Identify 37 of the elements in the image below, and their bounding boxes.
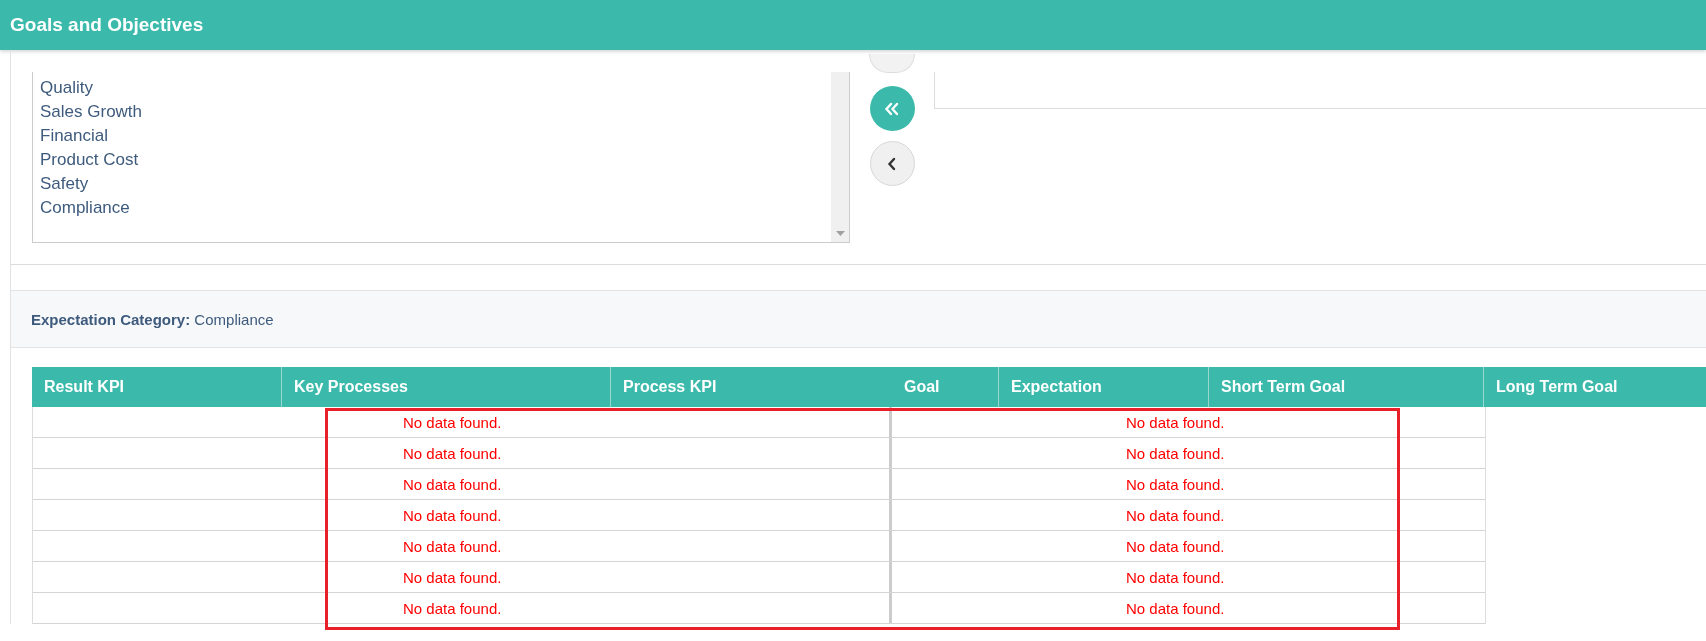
category-list[interactable]: Quality Sales Growth Financial Product Cost Safety Compliance	[32, 72, 850, 243]
column-header: Long Term Goal	[1495, 377, 1619, 397]
empty-message: No data found.	[1125, 598, 1226, 619]
column-header: Expectation	[999, 367, 1209, 407]
scrollbar[interactable]	[831, 72, 849, 242]
scroll-down-icon[interactable]	[835, 231, 845, 236]
expectation-category: Expectation Category: Compliance	[31, 310, 274, 328]
column-header: Process KPI	[622, 377, 718, 397]
empty-message: No data found.	[1125, 443, 1226, 464]
column-header: Result KPI	[32, 367, 282, 407]
list-item[interactable]: Compliance	[40, 196, 824, 220]
empty-message: No data found.	[1125, 505, 1226, 526]
round-button[interactable]	[869, 54, 915, 73]
empty-message: No data found.	[326, 438, 892, 468]
empty-message: No data found.	[1125, 412, 1226, 433]
empty-message: No data found.	[326, 407, 892, 437]
column-header: Key Processes	[282, 367, 611, 407]
page-title: Goals and Objectives	[10, 14, 204, 36]
list-item[interactable]: Quality	[40, 76, 824, 100]
empty-message: No data found.	[1125, 567, 1226, 588]
double-chevron-left-icon	[884, 101, 900, 116]
empty-message: No data found.	[326, 562, 892, 592]
column-header: Goal	[890, 367, 999, 407]
empty-message: No data found.	[326, 593, 892, 623]
move-all-left-button[interactable]	[869, 86, 915, 131]
empty-message: No data found.	[1125, 474, 1226, 495]
empty-message: No data found.	[326, 531, 892, 561]
empty-message: No data found.	[326, 469, 892, 499]
list-item[interactable]: Sales Growth	[40, 100, 824, 124]
empty-message: No data found.	[1125, 536, 1226, 557]
move-left-button[interactable]	[869, 141, 915, 186]
empty-message: No data found.	[326, 500, 892, 530]
chevron-left-icon	[887, 156, 897, 171]
list-item[interactable]: Safety	[40, 172, 824, 196]
list-item[interactable]: Financial	[40, 124, 824, 148]
list-item[interactable]: Product Cost	[40, 148, 824, 172]
column-header: Short Term Goal	[1209, 367, 1484, 407]
